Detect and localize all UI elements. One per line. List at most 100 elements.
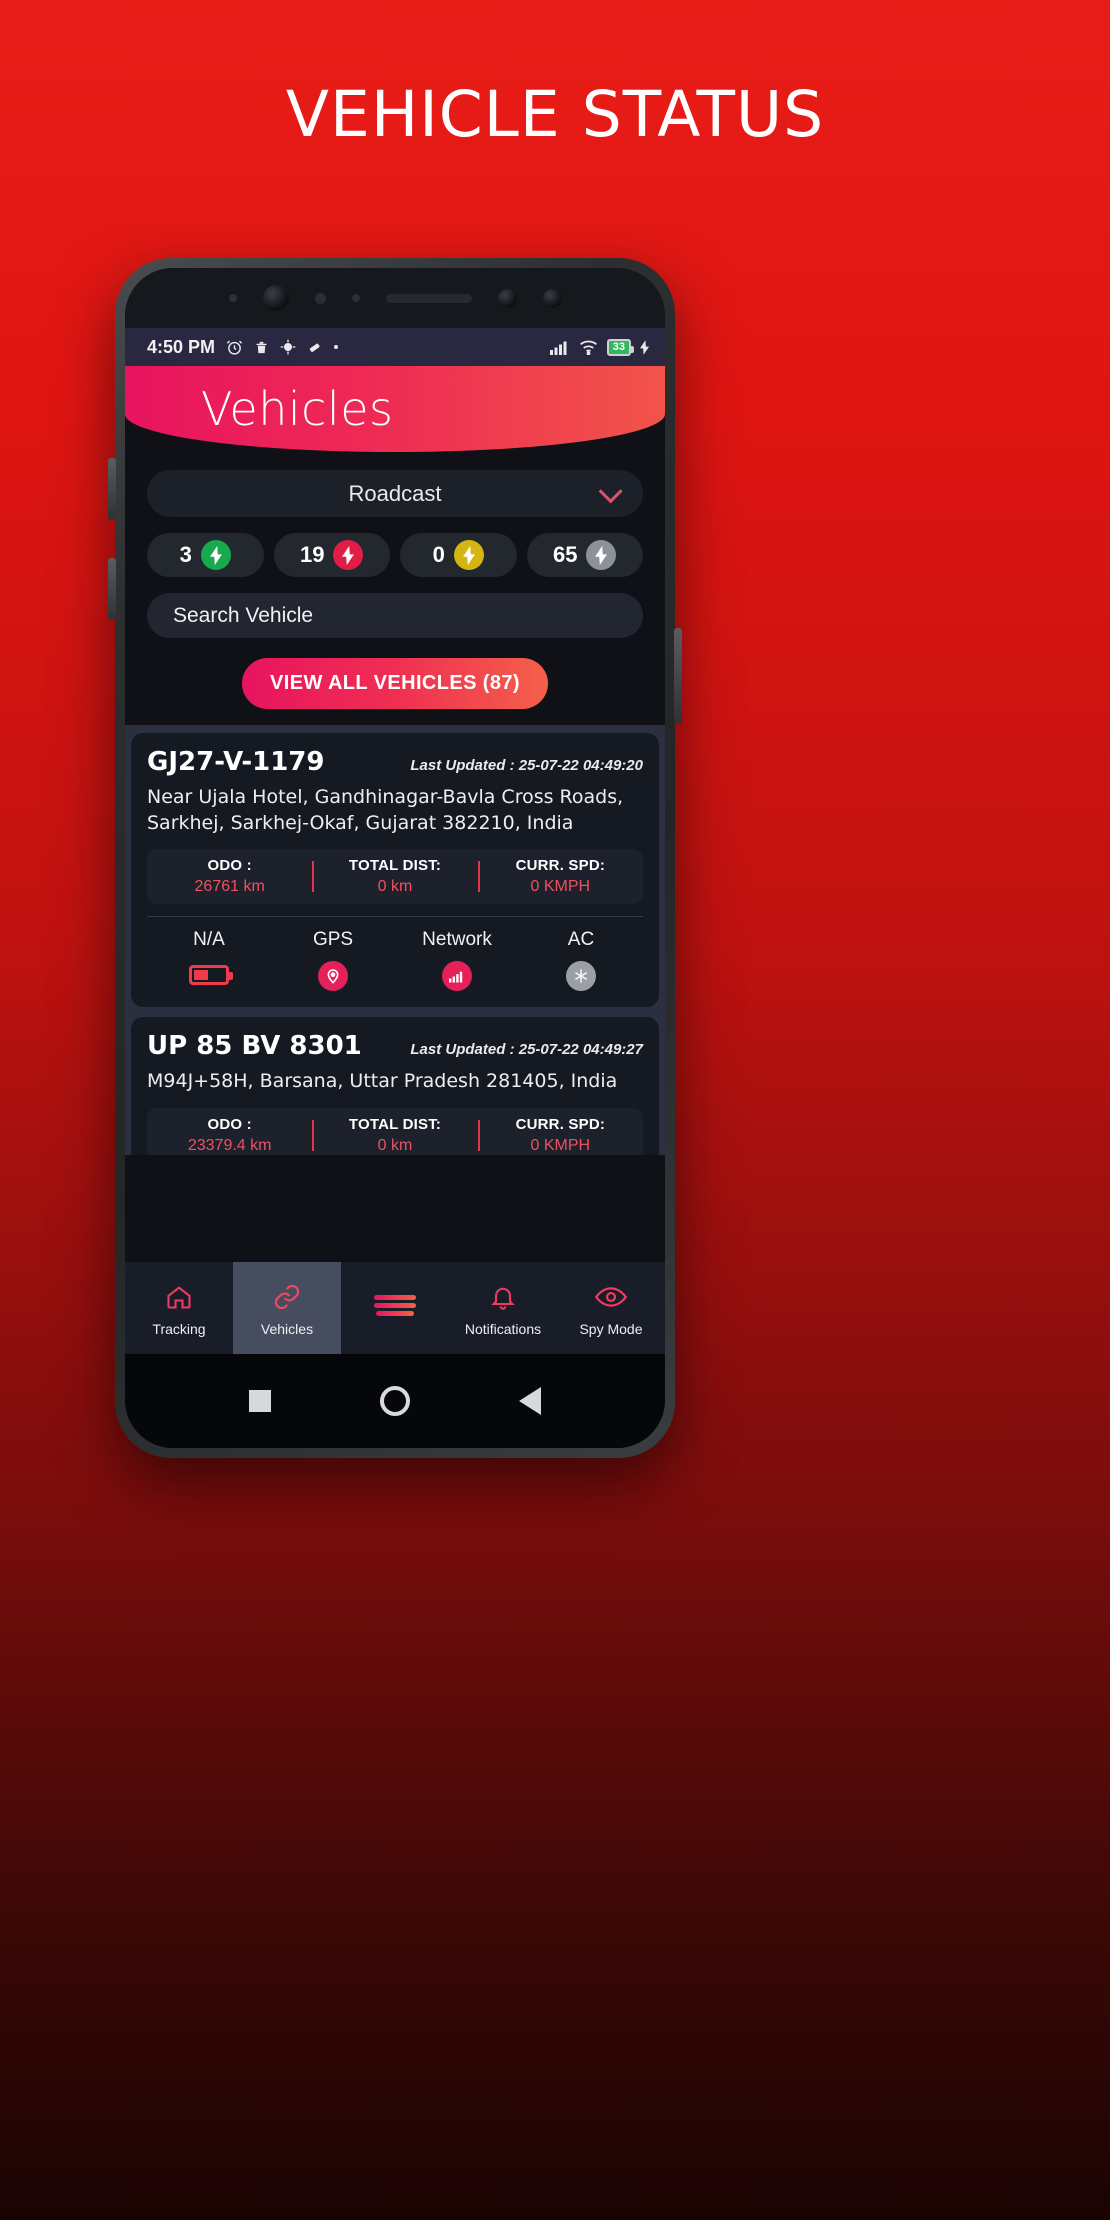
- power-button[interactable]: [674, 628, 682, 724]
- app-title: Vehicles: [201, 382, 394, 436]
- nav-label: Vehicles: [260, 1320, 314, 1337]
- nav-item-menu[interactable]: [341, 1262, 449, 1354]
- system-navigation-bar: [125, 1354, 665, 1448]
- account-dropdown-value: Roadcast: [348, 480, 442, 506]
- wifi-icon: [579, 340, 598, 355]
- metric-label: CURR. SPD:: [515, 857, 606, 875]
- app-header: Vehicles: [125, 366, 665, 452]
- account-dropdown[interactable]: Roadcast: [147, 470, 643, 517]
- chip-count: 0: [432, 542, 445, 567]
- nav-item-spy-mode[interactable]: Spy Mode: [557, 1262, 665, 1354]
- vehicle-address: Near Ujala Hotel, Gandhinagar-Bavla Cros…: [147, 786, 624, 834]
- charging-bolt-icon: [640, 339, 649, 355]
- nav-label: Spy Mode: [579, 1320, 643, 1337]
- metric-label: ODO :: [207, 1115, 252, 1133]
- vehicle-address: M94J+58H, Barsana, Uttar Pradesh 281405,…: [147, 1070, 618, 1093]
- location-icon: [318, 961, 348, 992]
- vehicle-plate: GJ27-V-1179: [147, 747, 325, 777]
- alarm-icon: [226, 339, 243, 356]
- location-icon: [280, 339, 296, 355]
- link-icon: [272, 1280, 302, 1314]
- eye-icon: [595, 1280, 627, 1314]
- metric-total-dist: TOTAL DIST: 0 km: [312, 1116, 477, 1155]
- metric-value: 23379.4 km: [187, 1136, 272, 1154]
- nav-item-tracking[interactable]: Tracking: [125, 1262, 233, 1354]
- hamburger-icon: [373, 1288, 417, 1322]
- chevron-down-icon: [598, 479, 623, 504]
- secondary-camera-icon: [542, 288, 562, 308]
- snowflake-icon: [566, 961, 596, 992]
- status-chip-stopped[interactable]: 19: [273, 533, 390, 577]
- triangle-back-icon[interactable]: [518, 1387, 541, 1415]
- metric-odo: ODO : 23379.4 km: [147, 1116, 312, 1155]
- status-time: 4:50 PM: [147, 336, 216, 357]
- search-input[interactable]: Search Vehicle: [147, 593, 643, 638]
- vehicle-status-battery: N/A: [147, 929, 271, 991]
- status-chip-offline[interactable]: 65: [526, 533, 643, 577]
- vehicle-status-row: N/A GPS Network AC: [147, 916, 643, 992]
- nav-item-vehicles[interactable]: Vehicles: [233, 1262, 341, 1354]
- vehicle-last-updated: Last Updated : 25-07-22 04:49:20: [410, 757, 643, 774]
- bolt-icon: [453, 540, 484, 570]
- eraser-icon: [307, 340, 322, 355]
- status-label: AC: [567, 929, 595, 951]
- signal-icon: [549, 340, 570, 355]
- status-label: N/A: [193, 929, 225, 951]
- status-chip-row: 3 19 0 65: [147, 533, 643, 577]
- home-icon: [164, 1280, 194, 1314]
- metric-label: ODO :: [207, 857, 252, 875]
- status-chip-idle[interactable]: 0: [400, 533, 517, 577]
- app-screen: 4:50 PM 33 Vehicles Roadcast 3 19 0 65 S…: [125, 328, 665, 1354]
- earpiece-speaker: [385, 293, 472, 303]
- dot-icon: [333, 344, 339, 350]
- volume-up-button[interactable]: [108, 458, 116, 520]
- view-all-wrapper: VIEW ALL VEHICLES (87): [147, 658, 643, 709]
- sensor-dot-icon: [228, 294, 237, 302]
- page-title: VEHICLE STATUS: [285, 78, 825, 151]
- metric-label: TOTAL DIST:: [348, 857, 442, 875]
- metric-odo: ODO : 26761 km: [147, 857, 312, 896]
- front-camera-icon: [262, 285, 289, 311]
- status-chip-running[interactable]: 3: [147, 533, 264, 577]
- vehicle-card-header: UP 85 BV 8301 Last Updated : 25-07-22 04…: [147, 1031, 643, 1061]
- sensor-row: [125, 268, 665, 328]
- metric-total-dist: TOTAL DIST: 0 km: [312, 857, 477, 896]
- metric-label: TOTAL DIST:: [348, 1115, 442, 1133]
- status-label: GPS: [312, 929, 354, 951]
- square-icon[interactable]: [249, 1390, 272, 1412]
- vehicle-status-gps: GPS: [271, 929, 395, 992]
- search-input-text: Search Vehicle: [173, 603, 314, 627]
- metric-value: 26761 km: [194, 878, 265, 896]
- vehicle-card-header: GJ27-V-1179 Last Updated : 25-07-22 04:4…: [147, 747, 643, 777]
- status-bar: 4:50 PM 33: [125, 328, 665, 366]
- vehicle-list[interactable]: GJ27-V-1179 Last Updated : 25-07-22 04:4…: [125, 725, 665, 1155]
- main-content: Roadcast 3 19 0 65 Search Vehicle VIEW A…: [125, 470, 665, 709]
- chip-count: 3: [179, 542, 192, 567]
- phone-screen-container: 4:50 PM 33 Vehicles Roadcast 3 19 0 65 S…: [125, 268, 665, 1448]
- view-all-vehicles-button[interactable]: VIEW ALL VEHICLES (87): [242, 658, 548, 709]
- status-label: Network: [422, 929, 492, 951]
- vehicle-card[interactable]: GJ27-V-1179 Last Updated : 25-07-22 04:4…: [131, 733, 659, 1008]
- metric-curr-spd: CURR. SPD: 0 KMPH: [477, 857, 643, 896]
- vehicle-card[interactable]: UP 85 BV 8301 Last Updated : 25-07-22 04…: [131, 1017, 659, 1155]
- nav-label: Notifications: [464, 1320, 542, 1337]
- bolt-icon: [200, 540, 231, 570]
- metric-value: 0 KMPH: [530, 878, 591, 896]
- metric-value: 0 km: [377, 878, 413, 896]
- vehicle-last-updated: Last Updated : 25-07-22 04:49:27: [410, 1041, 643, 1059]
- trash-icon: [254, 339, 269, 356]
- metric-value: 0 km: [377, 1136, 413, 1154]
- volume-down-button[interactable]: [108, 558, 116, 620]
- chip-count: 19: [300, 542, 325, 567]
- sensor-dot-icon: [351, 294, 360, 302]
- signal-icon: [442, 961, 472, 992]
- nav-item-notifications[interactable]: Notifications: [449, 1262, 557, 1354]
- metric-value: 0 KMPH: [530, 1136, 591, 1154]
- proximity-sensor-icon: [497, 288, 517, 308]
- vehicle-plate: UP 85 BV 8301: [147, 1031, 362, 1062]
- metric-label: CURR. SPD:: [515, 1115, 606, 1133]
- bolt-icon: [586, 540, 617, 570]
- vehicle-metrics: ODO : 26761 km TOTAL DIST: 0 km CURR. SP…: [147, 849, 643, 905]
- battery-icon: [189, 965, 233, 986]
- circle-icon[interactable]: [379, 1386, 410, 1416]
